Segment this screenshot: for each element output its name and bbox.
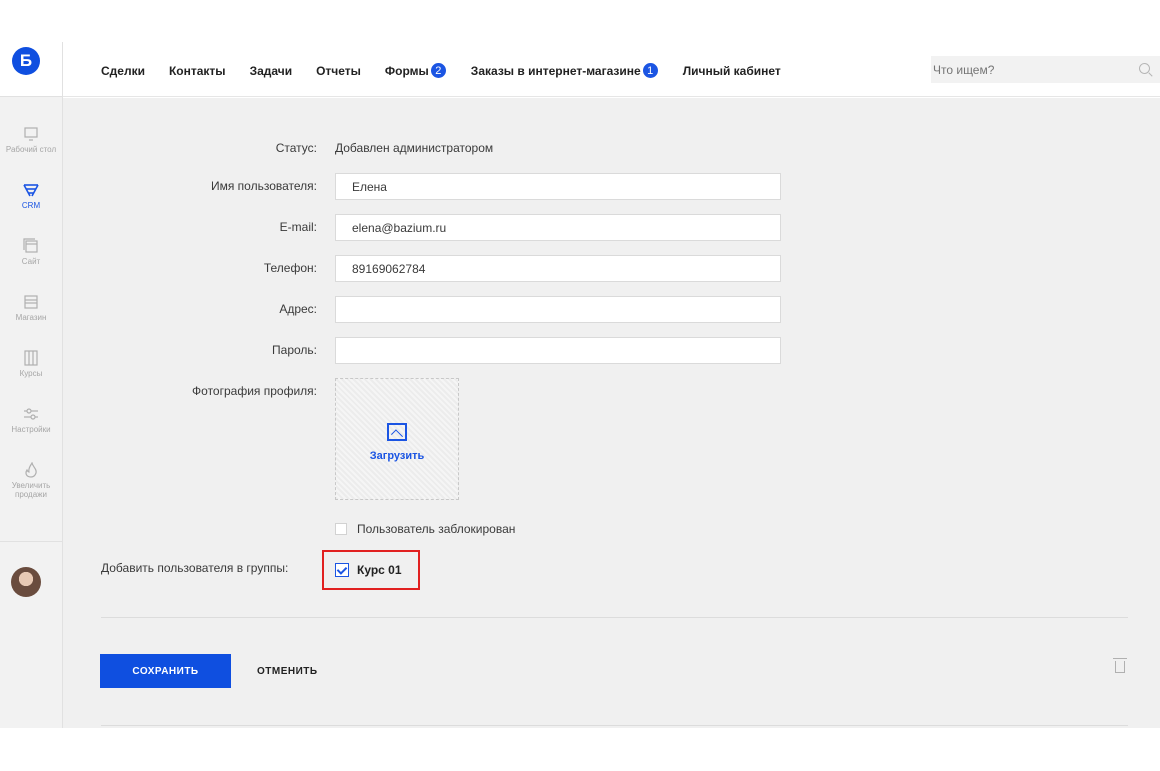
menu-item-tasks[interactable]: Задачи bbox=[250, 64, 293, 78]
trash-icon[interactable] bbox=[1113, 658, 1127, 673]
email-label: E-mail: bbox=[279, 220, 317, 234]
username-field[interactable]: Елена bbox=[335, 173, 781, 200]
count-badge: 2 bbox=[429, 62, 447, 79]
sidebar-item-label: Курсы bbox=[19, 369, 43, 378]
menu-item-reports[interactable]: Отчеты bbox=[316, 64, 361, 78]
group-option-highlighted[interactable]: Курс 01 bbox=[322, 550, 420, 590]
top-menu: Сделки Контакты Задачи Отчеты Формы 2 Зак… bbox=[101, 62, 805, 79]
address-field[interactable] bbox=[335, 296, 781, 323]
sidebar-item-label: Сайт bbox=[21, 257, 41, 266]
divider bbox=[101, 725, 1128, 726]
divider bbox=[101, 617, 1128, 618]
search-box bbox=[931, 56, 1160, 83]
save-button[interactable]: СОХРАНИТЬ bbox=[100, 654, 231, 688]
menu-item-forms[interactable]: Формы 2 bbox=[385, 62, 447, 79]
blocked-label: Пользователь заблокирован bbox=[357, 522, 516, 536]
funnel-icon bbox=[23, 184, 39, 197]
phone-label: Телефон: bbox=[263, 261, 317, 275]
sidebar-item-sales[interactable]: Увеличить продажи bbox=[0, 458, 62, 514]
sidebar-divider bbox=[0, 541, 62, 542]
sidebar-item-label: Настройки bbox=[11, 425, 51, 434]
sidebar-item-courses[interactable]: Курсы bbox=[0, 346, 62, 402]
page: Рабочий стол CRM Сайт Магазин Курсы Наст… bbox=[0, 0, 1160, 771]
menu-item-label: Отчеты bbox=[316, 63, 361, 78]
menu-item-contacts[interactable]: Контакты bbox=[169, 64, 226, 78]
group-checkbox[interactable] bbox=[335, 563, 349, 577]
count-badge: 1 bbox=[641, 62, 659, 79]
logo[interactable]: Б bbox=[12, 47, 40, 75]
menu-item-orders[interactable]: Заказы в интернет-магазине 1 bbox=[471, 62, 659, 79]
password-field[interactable] bbox=[335, 337, 781, 364]
blocked-checkbox-row[interactable]: Пользователь заблокирован bbox=[335, 522, 515, 536]
user-edit-form: Статус: Добавлен администратором Имя пол… bbox=[63, 98, 1160, 728]
username-label: Имя пользователя: bbox=[210, 179, 317, 193]
store-icon bbox=[24, 295, 38, 309]
sidebar-item-label: Рабочий стол bbox=[5, 145, 57, 154]
sidebar-item-site[interactable]: Сайт bbox=[0, 234, 62, 290]
menu-item-label: Сделки bbox=[101, 63, 145, 78]
menu-item-label: Заказы в интернет-магазине bbox=[470, 63, 641, 78]
photo-upload-area[interactable]: Загрузить bbox=[335, 378, 459, 500]
sidebar-item-settings[interactable]: Настройки bbox=[0, 402, 62, 458]
flame-icon bbox=[25, 462, 37, 478]
menu-item-account[interactable]: Личный кабинет bbox=[683, 64, 781, 78]
topbar: Сделки Контакты Задачи Отчеты Формы 2 Зак… bbox=[63, 42, 1160, 97]
search-input[interactable] bbox=[931, 56, 1131, 83]
phone-field[interactable]: 89169062784 bbox=[335, 255, 781, 282]
site-icon bbox=[23, 238, 38, 253]
photo-label: Фотография профиля: bbox=[192, 384, 317, 398]
sidebar: Рабочий стол CRM Сайт Магазин Курсы Наст… bbox=[0, 42, 63, 728]
cancel-button[interactable]: ОТМЕНИТЬ bbox=[257, 654, 318, 688]
settings-sliders-icon bbox=[24, 408, 38, 420]
sidebar-item-store[interactable]: Магазин bbox=[0, 290, 62, 346]
sidebar-nav: Рабочий стол CRM Сайт Магазин Курсы Наст… bbox=[0, 122, 62, 514]
password-label: Пароль: bbox=[272, 343, 317, 357]
email-field[interactable]: elena@bazium.ru bbox=[335, 214, 781, 241]
menu-item-label: Задачи bbox=[249, 63, 293, 78]
address-label: Адрес: bbox=[279, 302, 317, 316]
sidebar-item-crm[interactable]: CRM bbox=[0, 178, 62, 234]
group-label: Курс 01 bbox=[357, 563, 402, 577]
menu-item-label: Контакты bbox=[168, 63, 226, 78]
sidebar-item-desktop[interactable]: Рабочий стол bbox=[0, 122, 62, 178]
courses-icon bbox=[24, 350, 38, 366]
search-icon[interactable] bbox=[1139, 63, 1150, 74]
status-label: Статус: bbox=[275, 141, 317, 155]
menu-item-label: Формы bbox=[384, 63, 429, 78]
avatar[interactable] bbox=[11, 567, 41, 597]
menu-item-label: Личный кабинет bbox=[682, 63, 781, 78]
groups-label: Добавить пользователя в группы: bbox=[101, 561, 289, 575]
sidebar-item-label: Магазин bbox=[15, 313, 47, 322]
blocked-checkbox[interactable] bbox=[335, 523, 347, 535]
upload-label: Загрузить bbox=[369, 449, 425, 462]
image-icon bbox=[387, 422, 407, 441]
sidebar-item-label: CRM bbox=[21, 201, 41, 210]
menu-item-deals[interactable]: Сделки bbox=[101, 64, 145, 78]
status-value: Добавлен администратором bbox=[335, 141, 494, 155]
monitor-icon bbox=[24, 127, 38, 141]
sidebar-item-label: Увеличить продажи bbox=[11, 481, 51, 499]
